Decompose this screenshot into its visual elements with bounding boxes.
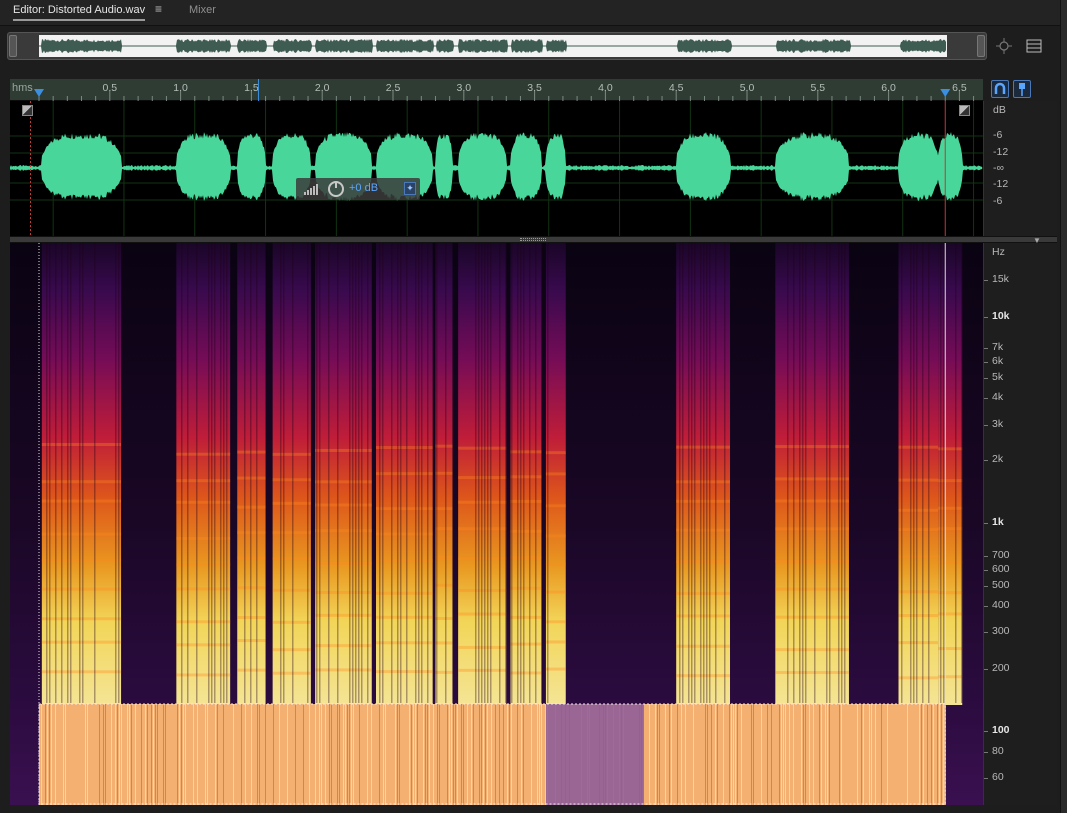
hz-unit-label: Hz <box>992 246 1005 258</box>
frequency-label: 500 <box>992 579 1010 591</box>
overview-navigator[interactable] <box>7 32 987 60</box>
gain-value: +0 dB <box>349 182 379 194</box>
list-icon[interactable] <box>1025 37 1043 55</box>
frequency-tick <box>984 398 988 399</box>
panel-tab-bar: Editor: Distorted Audio.wav ≡ Mixer <box>0 0 1067 26</box>
amplitude-scale[interactable]: dB -6 -12 -∞ -12 -6 <box>983 101 1057 236</box>
db-label: -12 <box>993 178 1009 190</box>
time-ruler[interactable]: hms 0.5 1.0 1.5 2.0 2.5 3.0 3.5 4.0 4.5 5.0 5.5 6.0… <box>10 79 983 101</box>
frequency-tick <box>984 752 988 753</box>
frequency-tick <box>984 556 988 557</box>
frequency-label: 60 <box>992 771 1004 783</box>
frequency-tick <box>984 669 988 670</box>
ruler-marks <box>34 79 975 101</box>
overview-waveform[interactable] <box>39 35 947 57</box>
spectrogram-graphic <box>10 243 983 805</box>
voiced-segment <box>898 243 939 705</box>
frequency-scale[interactable]: Hz 15k 10k 7k 6k 5k 4k 3k 2k 1k 700 600 500 400 300 20… <box>983 243 1057 805</box>
frequency-tick <box>984 570 988 571</box>
frequency-label: 400 <box>992 599 1010 611</box>
db-label: -12 <box>993 146 1009 158</box>
frequency-label: 100 <box>992 724 1010 736</box>
frequency-label: 4k <box>992 391 1004 403</box>
zoom-corner-right-icon[interactable] <box>959 105 970 116</box>
magnet-icon[interactable] <box>991 80 1009 98</box>
frequency-label: 5k <box>992 371 1004 383</box>
zoom-corner-left-icon[interactable] <box>22 105 33 116</box>
voiced-segment <box>41 243 122 705</box>
frequency-tick <box>984 606 988 607</box>
pin-hud-icon[interactable]: ✦ <box>404 182 416 195</box>
marker-pin-icon[interactable] <box>1013 80 1031 98</box>
voiced-segment <box>938 243 963 705</box>
bottom-edge <box>10 805 1057 813</box>
waveform-graphic <box>10 101 983 236</box>
frequency-label: 200 <box>992 662 1010 674</box>
level-bars-icon <box>304 184 318 195</box>
voiced-segment <box>775 243 849 705</box>
frequency-tick <box>984 460 988 461</box>
overview-left-handle[interactable] <box>9 35 17 57</box>
voiced-segment <box>176 243 231 705</box>
frequency-label: 10k <box>992 310 1010 322</box>
zoom-target-icon[interactable] <box>995 37 1013 55</box>
frequency-tick <box>984 280 988 281</box>
tab-editor[interactable]: Editor: Distorted Audio.wav <box>13 4 146 21</box>
overview-wave-path <box>39 39 946 53</box>
gain-hud[interactable]: +0 dB ✦ <box>296 178 420 200</box>
frequency-label: 2k <box>992 453 1004 465</box>
frequency-tick <box>984 731 988 732</box>
frequency-label: 80 <box>992 745 1004 757</box>
waveform-path <box>10 132 982 202</box>
db-label: -6 <box>993 129 1003 141</box>
frequency-tick <box>984 317 988 318</box>
frequency-label: 300 <box>992 625 1010 637</box>
voiced-segment <box>510 243 542 705</box>
voiced-segment <box>315 243 372 705</box>
right-scrollbar[interactable] <box>1060 0 1067 813</box>
frequency-label: 6k <box>992 355 1004 367</box>
db-unit-label: dB <box>993 104 1006 116</box>
overview-waveform-graphic <box>39 39 946 53</box>
frequency-label: 600 <box>992 563 1010 575</box>
db-label: -∞ <box>993 162 1004 174</box>
frequency-label: 1k <box>992 516 1004 528</box>
playhead-start-marker <box>34 89 44 97</box>
frequency-tick <box>984 523 988 524</box>
frequency-tick <box>984 378 988 379</box>
frequency-label: 7k <box>992 341 1004 353</box>
tab-mixer[interactable]: Mixer <box>189 4 216 16</box>
tab-menu-icon[interactable]: ≡ <box>155 2 162 16</box>
playhead-end-marker <box>940 89 951 97</box>
frequency-tick <box>984 348 988 349</box>
frequency-tick <box>984 425 988 426</box>
gain-knob[interactable] <box>328 181 344 197</box>
waveform-display[interactable] <box>10 101 983 236</box>
frequency-label: 3k <box>992 418 1004 430</box>
frequency-tick <box>984 632 988 633</box>
frequency-tick <box>984 778 988 779</box>
frequency-label: 15k <box>992 273 1009 285</box>
frequency-label: 700 <box>992 549 1010 561</box>
spectral-frequency-display[interactable] <box>10 243 983 805</box>
selection-gap <box>545 704 644 805</box>
frequency-tick <box>984 362 988 363</box>
voiced-segment <box>272 243 311 705</box>
db-label: -6 <box>993 195 1003 207</box>
frequency-tick <box>984 586 988 587</box>
divider-grip-icon[interactable] <box>520 238 546 241</box>
overview-right-handle[interactable] <box>977 35 985 57</box>
